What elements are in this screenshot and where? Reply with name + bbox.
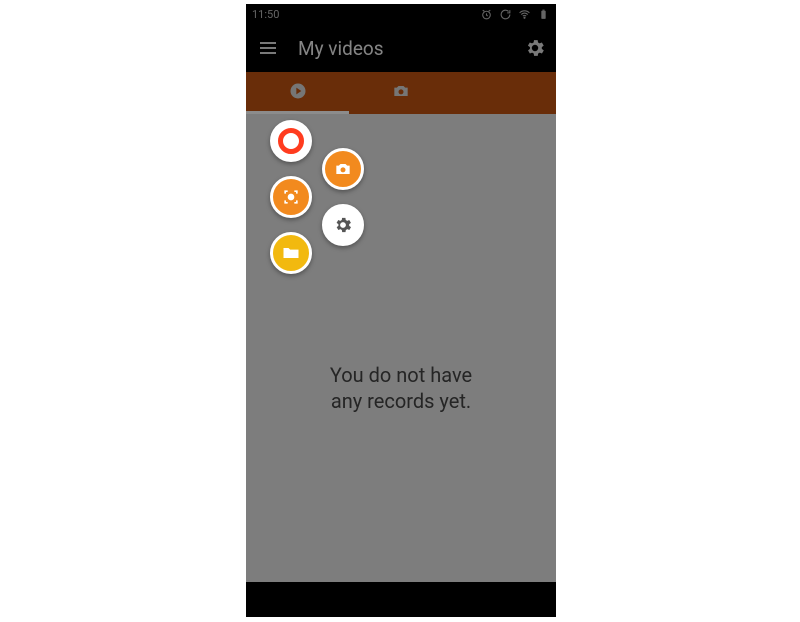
folder-button[interactable] (270, 232, 312, 274)
alarm-icon (480, 8, 493, 21)
empty-line-2: any records yet. (330, 388, 472, 414)
status-time: 11:50 (252, 8, 279, 21)
folder-icon (281, 243, 301, 263)
status-icons (480, 8, 550, 21)
sync-icon (499, 8, 512, 21)
status-bar: 11:50 (246, 4, 556, 24)
screenshot-button[interactable] (322, 148, 364, 190)
tab-bar (246, 72, 556, 114)
play-icon (288, 81, 308, 105)
phone-frame: 11:50 My videos (246, 4, 556, 617)
record-icon (278, 128, 304, 154)
hamburger-icon[interactable] (256, 36, 280, 60)
bubble-settings-button[interactable] (322, 204, 364, 246)
capture-main-button[interactable] (270, 176, 312, 218)
settings-icon[interactable] (524, 37, 546, 59)
gear-icon (333, 215, 353, 235)
page-title: My videos (298, 37, 384, 60)
tab-screenshots[interactable] (349, 72, 452, 114)
record-button[interactable] (270, 120, 312, 162)
empty-line-1: You do not have (330, 362, 472, 388)
camera-icon (333, 159, 353, 179)
android-nav-bar (246, 582, 556, 617)
tab-empty[interactable] (453, 72, 556, 114)
app-bar: My videos (246, 24, 556, 72)
capture-focus-icon (281, 187, 301, 207)
wifi-icon (518, 8, 531, 21)
camera-icon (391, 81, 411, 105)
stage: 11:50 My videos (0, 0, 800, 622)
empty-state: You do not have any records yet. (330, 362, 472, 414)
tab-videos[interactable] (246, 72, 349, 114)
battery-icon (537, 8, 550, 21)
